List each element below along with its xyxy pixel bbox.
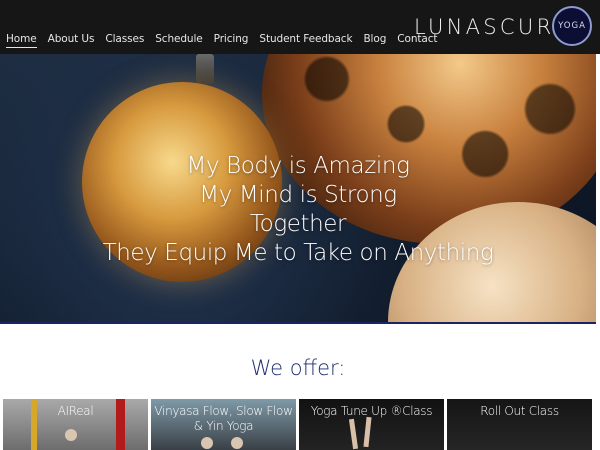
logo-yoga-badge: YOGA: [552, 6, 592, 46]
nav-item-pricing[interactable]: Pricing: [214, 33, 249, 48]
logo-wordmark: LUNASCURA: [414, 15, 572, 39]
nav-item-blog[interactable]: Blog: [363, 33, 386, 48]
hero-line: Together: [249, 211, 347, 237]
nav-item-student-feedback[interactable]: Student Feedback: [259, 33, 352, 48]
logo-badge-text: YOGA: [558, 21, 586, 31]
nav-item-schedule[interactable]: Schedule: [155, 33, 203, 48]
class-card-aireal[interactable]: AIReal: [3, 399, 148, 450]
card-title: Vinyasa Flow, Slow Flow & Yin Yoga: [154, 404, 293, 433]
yoga-pose-image: [363, 416, 372, 448]
hero-affirmation: My Body is Amazing My Mind is Strong Tog…: [0, 152, 596, 268]
instructor-image: [65, 429, 77, 441]
site-logo[interactable]: LUNASCURA YOGA: [414, 6, 596, 46]
hero-line: They Equip Me to Take on Anything: [102, 240, 494, 266]
card-title: AIReal: [57, 404, 94, 418]
hero-line: My Body is Amazing: [186, 153, 410, 179]
class-cards: AIReal Vinyasa Flow, Slow Flow & Yin Yog…: [3, 399, 593, 450]
class-card-yoga-tune-up[interactable]: Yoga Tune Up ®Class: [299, 399, 444, 450]
hero-line: My Mind is Strong: [199, 182, 397, 208]
hero-lamp-cap: [196, 54, 214, 84]
offer-heading: We offer:: [250, 356, 346, 380]
card-title: Roll Out Class: [480, 404, 559, 418]
card-title: Yoga Tune Up ®Class: [310, 404, 433, 418]
student-image: [201, 437, 213, 449]
nav-item-home[interactable]: Home: [6, 33, 37, 48]
student-image: [231, 437, 243, 449]
yoga-pose-image: [348, 418, 359, 450]
class-card-roll-out[interactable]: Roll Out Class: [447, 399, 592, 450]
nav-item-classes[interactable]: Classes: [105, 33, 144, 48]
hero-banner: My Body is Amazing My Mind is Strong Tog…: [0, 54, 596, 324]
class-card-vinyasa[interactable]: Vinyasa Flow, Slow Flow & Yin Yoga: [151, 399, 296, 450]
main-nav: Home About Us Classes Schedule Pricing S…: [6, 33, 448, 48]
nav-item-about-us[interactable]: About Us: [48, 33, 95, 48]
site-header: Home About Us Classes Schedule Pricing S…: [0, 0, 600, 54]
